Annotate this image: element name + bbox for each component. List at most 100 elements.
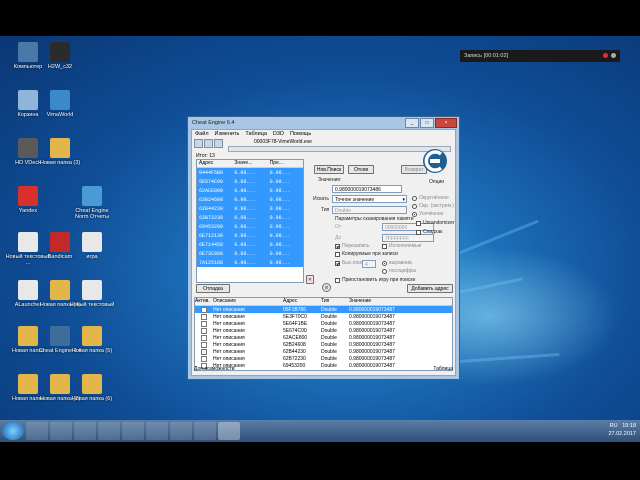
results-column-header[interactable]: Значе... (232, 160, 267, 167)
fast-scan-checkbox[interactable] (335, 261, 340, 266)
taskbar-bandicam-icon[interactable] (146, 422, 168, 440)
taskbar-app-icon[interactable] (122, 422, 144, 440)
desktop-icon[interactable]: Новая папка (6) (68, 374, 116, 402)
desktop-icon[interactable]: Cheat Engine Norm Отчеты (68, 186, 116, 220)
value-type-select[interactable]: Double (332, 206, 407, 214)
address-column-header[interactable]: Тип (321, 298, 349, 305)
start-button[interactable] (2, 422, 24, 440)
copy-on-write-checkbox[interactable] (335, 252, 340, 257)
new-scan-button[interactable]: Нов.Поиск (314, 165, 344, 174)
results-row[interactable]: 6E73C808 0.98... 0.98... (197, 249, 303, 258)
menu-item[interactable]: Таблица (245, 131, 267, 137)
last-digits-radio[interactable] (382, 269, 387, 274)
desktop-icon[interactable]: Новый текстовый (68, 280, 116, 308)
fast-scan-value[interactable]: 4 (362, 260, 376, 268)
address-row[interactable]: Нет описания 62B24608 Double 0.980000019073… (195, 341, 452, 348)
executable-checkbox[interactable] (382, 244, 387, 249)
taskbar-ie-icon[interactable] (26, 422, 48, 440)
writable-checkbox[interactable] (335, 244, 340, 249)
results-row[interactable]: 6E714458 0.98... 0.98... (197, 240, 303, 249)
taskbar-media-icon[interactable] (74, 422, 96, 440)
cheat-engine-window[interactable]: Cheat Engine 6.4 _ □ × Файл Изменить Табли… (187, 116, 460, 380)
results-row[interactable]: 69453200 0.98... 0.98... (197, 222, 303, 231)
results-row[interactable]: 5E674C00 0.98... 0.98... (197, 177, 303, 186)
stop-address-input[interactable]: 7FFFFFFF (382, 234, 434, 242)
taskbar-folder-icon[interactable] (194, 422, 216, 440)
system-tray[interactable]: RU 19:18 27.02.2017 (608, 422, 636, 438)
scan-type-select[interactable]: Точное значение ▾ (332, 195, 407, 203)
value-input[interactable]: 0.980000019073486 (332, 185, 402, 193)
results-column-header[interactable]: Пре... (268, 160, 303, 167)
active-checkbox[interactable] (195, 327, 213, 334)
next-scan-button[interactable]: Отсев (348, 165, 374, 174)
results-list[interactable]: Адрес Значе... Пре... 0444F5B0 0.98... 0.98.… (196, 159, 304, 283)
open-file-icon[interactable] (204, 139, 213, 148)
truncated-label: Усечённое (419, 211, 444, 217)
menu-item[interactable]: Файл (195, 131, 209, 137)
desktop-icon[interactable]: игра (68, 232, 116, 260)
address-row[interactable]: Нет описания 05F1B766 Double 0.980000019073… (195, 306, 452, 313)
rounded-radio[interactable] (412, 196, 417, 201)
delete-results-icon[interactable]: ✕ (306, 275, 314, 284)
active-checkbox[interactable] (195, 306, 213, 313)
truncated-radio[interactable] (412, 212, 417, 217)
stop-icon[interactable]: ⊘ (322, 283, 331, 292)
taskbar-cheat-engine-icon[interactable] (218, 422, 240, 440)
address-column-header[interactable]: Актив. (195, 298, 213, 305)
results-row[interactable]: 0444F5B0 0.98... 0.98... (197, 168, 303, 177)
results-row[interactable]: 6E712130 0.98... 0.98... (197, 231, 303, 240)
record-dot-icon[interactable] (600, 52, 616, 60)
minimize-button[interactable]: _ (405, 118, 419, 128)
active-checkbox[interactable] (195, 348, 213, 355)
desktop-icon-label: Новый текстовый (69, 302, 115, 308)
save-icon[interactable] (214, 139, 223, 148)
address-column-header[interactable]: Значение (349, 298, 452, 305)
table-extras-label[interactable]: Таблица (433, 366, 453, 373)
menu-item[interactable]: Изменить (215, 131, 240, 137)
active-checkbox[interactable] (195, 320, 213, 327)
open-process-icon[interactable] (194, 139, 203, 148)
pause-game-checkbox[interactable] (335, 278, 340, 283)
speedhack-checkbox[interactable] (416, 230, 421, 235)
add-address-button[interactable]: Добавить адрес (407, 284, 453, 293)
menu-item[interactable]: Помощь (290, 131, 311, 137)
alignment-radio[interactable] (382, 261, 387, 266)
menu-item[interactable]: D3D (273, 131, 284, 137)
cheat-engine-logo-icon[interactable] (421, 147, 449, 177)
desktop-icon[interactable]: VimaWorld (36, 90, 84, 118)
taskbar-vimeworld-icon[interactable] (170, 422, 192, 440)
desktop-icon[interactable]: H2W_c32 (36, 42, 84, 70)
active-checkbox[interactable] (195, 341, 213, 348)
maximize-button[interactable]: □ (420, 118, 434, 128)
active-checkbox[interactable] (195, 334, 213, 341)
results-row[interactable]: 62B24608 0.98... 0.98... (197, 195, 303, 204)
address-row[interactable]: Нет описания 5E674C00 Double 0.980000019073… (195, 327, 452, 334)
results-row[interactable]: 7A125168 0.98... 0.98... (197, 258, 303, 267)
address-row[interactable]: Нет описания 62B72230 Double 0.980000019073… (195, 355, 452, 362)
recording-bar[interactable]: Запись [00:01:02] (460, 50, 620, 62)
active-checkbox[interactable] (195, 313, 213, 320)
address-list[interactable]: Актив. Описание Адрес Тип Значение Нет описа… (194, 297, 453, 371)
desktop-icon[interactable]: Новая папка (5) (68, 326, 116, 354)
taskbar-yandex-icon[interactable] (98, 422, 120, 440)
desktop-icon[interactable]: Yandex (4, 186, 52, 214)
advanced-options-label[interactable]: Доп.возможности (194, 366, 235, 373)
address-row[interactable]: Нет описания 62ACE800 Double 0.980000019073… (195, 334, 452, 341)
close-button[interactable]: × (435, 118, 457, 128)
address-column-header[interactable]: Описание (213, 298, 283, 305)
results-row[interactable]: 62B72230 0.98... 0.98... (197, 213, 303, 222)
address-row[interactable]: Нет описания 62B44230 Double 0.980000019073… (195, 348, 452, 355)
language-indicator[interactable]: RU (610, 423, 618, 429)
desktop-icon[interactable]: Новая папка (3) (36, 138, 84, 166)
memory-view-button[interactable]: Отладка (196, 284, 230, 293)
address-column-header[interactable]: Адрес (283, 298, 321, 305)
results-row[interactable]: 62B44230 0.98... 0.98... (197, 204, 303, 213)
taskbar-explorer-icon[interactable] (50, 422, 72, 440)
address-row[interactable]: Нет описания 5E3F70C0 Double 0.980000019073… (195, 313, 452, 320)
active-checkbox[interactable] (195, 355, 213, 362)
unrandomizer-checkbox[interactable] (416, 221, 421, 226)
rounded-extreme-radio[interactable] (412, 204, 417, 209)
results-row[interactable]: 62ACE800 0.98... 0.98... (197, 186, 303, 195)
address-row[interactable]: Нет описания 5E64F1BE Double 0.980000019073… (195, 320, 452, 327)
results-column-header[interactable]: Адрес (197, 160, 232, 167)
